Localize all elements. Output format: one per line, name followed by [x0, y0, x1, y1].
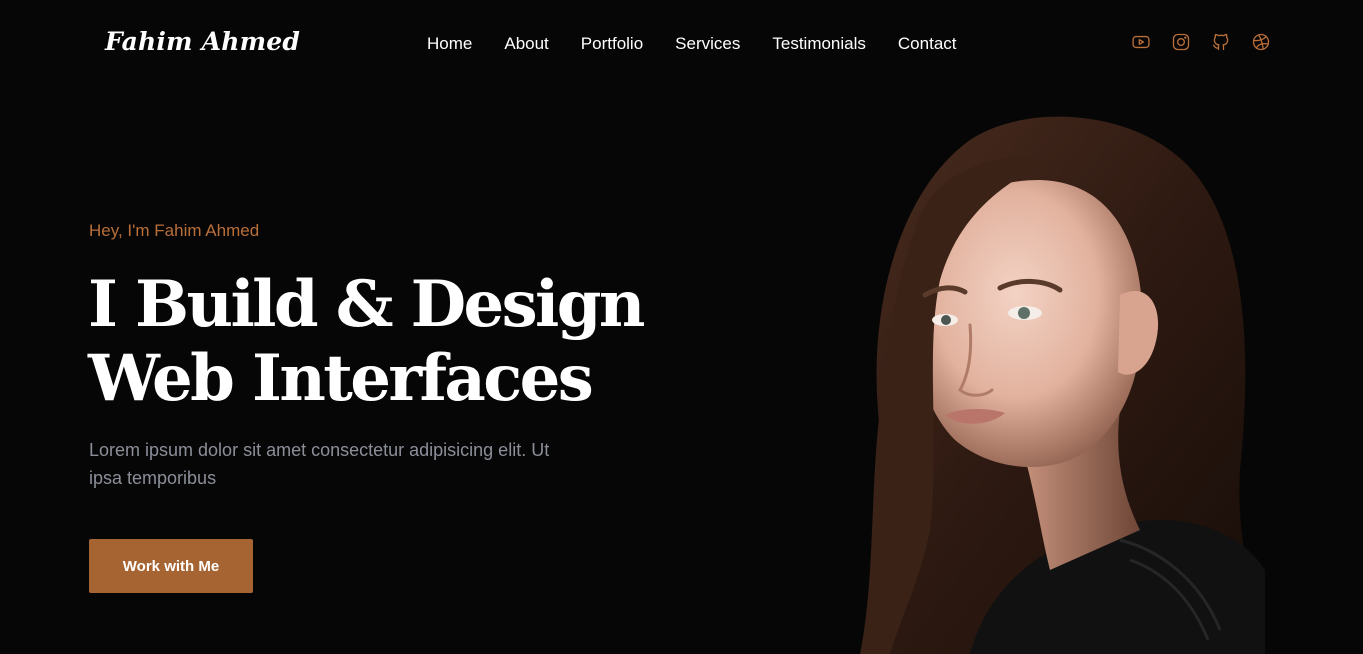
nav-about[interactable]: About	[504, 33, 548, 55]
work-with-me-button[interactable]: Work with Me	[89, 539, 253, 593]
github-icon[interactable]	[1211, 32, 1231, 52]
headline-line-1: I Build & Design	[88, 267, 645, 342]
portrait-image	[820, 110, 1300, 654]
nav-portfolio[interactable]: Portfolio	[581, 33, 643, 55]
youtube-icon[interactable]	[1131, 32, 1151, 52]
hero-page: Fahim Ahmed Home About Portfolio Service…	[0, 0, 1363, 654]
hero-description: Lorem ipsum dolor sit amet consectetur a…	[89, 440, 550, 488]
headline-line-2: Web Interfaces	[88, 341, 594, 416]
site-logo[interactable]: Fahim Ahmed	[105, 27, 300, 56]
hero-headline: I Build & Design Web Interfaces	[88, 267, 645, 416]
main-nav: Home About Portfolio Services Testimonia…	[427, 33, 957, 55]
dribbble-icon[interactable]	[1251, 32, 1271, 52]
nav-services[interactable]: Services	[675, 33, 740, 55]
nav-contact[interactable]: Contact	[898, 33, 957, 55]
nav-testimonials[interactable]: Testimonials	[772, 33, 866, 55]
instagram-icon[interactable]	[1171, 32, 1191, 52]
nav-home[interactable]: Home	[427, 33, 472, 55]
hero-greeting: Hey, I'm Fahim Ahmed	[89, 221, 260, 240]
social-links	[1131, 32, 1271, 52]
